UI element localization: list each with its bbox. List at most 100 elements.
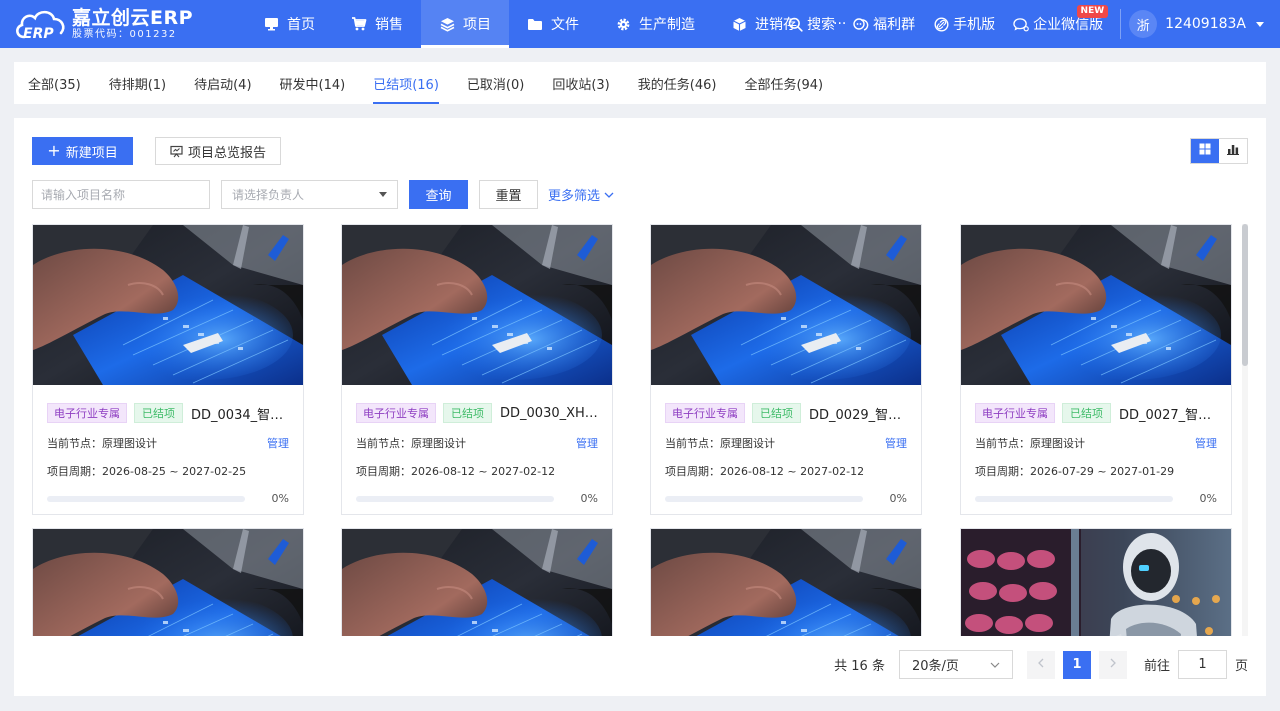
period-label: 项目周期：	[665, 465, 720, 478]
project-name[interactable]: DD_0027_智能...	[1119, 404, 1217, 423]
progress-bar	[47, 495, 245, 502]
project-card[interactable]	[960, 528, 1232, 636]
tab-all-tasks[interactable]: 全部任务(94)	[744, 62, 823, 104]
project-report-label: 项目总览报告	[187, 145, 266, 161]
progress-percent: 0%	[580, 492, 598, 505]
current-node-label: 当前节点：	[975, 437, 1030, 450]
chevron-left-icon	[1038, 657, 1044, 672]
welfare-group-button[interactable]: 福利群	[844, 0, 924, 48]
wecom-icon	[1013, 16, 1029, 32]
layers-icon	[439, 16, 455, 32]
project-name[interactable]: DD_0029_智能...	[809, 404, 907, 423]
project-card[interactable]	[341, 528, 613, 636]
owner-select[interactable]: 请选择负责人	[221, 180, 398, 209]
tab-in-development[interactable]: 研发中(14)	[280, 62, 346, 104]
project-cover-image	[961, 529, 1231, 636]
current-node-value: 原理图设计	[720, 437, 775, 450]
tab-pending-start[interactable]: 待启动(4)	[194, 62, 251, 104]
new-project-button[interactable]: + 新建项目	[32, 137, 133, 165]
nav-item-home[interactable]: 首页	[245, 0, 333, 48]
folder-icon	[527, 16, 543, 32]
tab-closed[interactable]: 已结项(16)	[373, 62, 439, 104]
project-period: 项目周期：2026-08-25 ~ 2027-02-25	[47, 463, 289, 479]
project-card[interactable]	[32, 528, 304, 636]
nav-item-label: 文件	[551, 17, 579, 33]
nav-item-manufacturing[interactable]: 生产制造	[597, 0, 713, 48]
plus-icon: +	[47, 141, 61, 160]
reset-button[interactable]: 重置	[479, 180, 538, 209]
brand-title: 嘉立创云ERP	[72, 6, 194, 29]
period-label: 项目周期：	[975, 465, 1030, 478]
tab-recycle-bin[interactable]: 回收站(3)	[552, 62, 609, 104]
page-number-button[interactable]: 1	[1062, 650, 1091, 679]
next-page-button[interactable]	[1098, 650, 1127, 679]
manage-link[interactable]: 管理	[1195, 435, 1217, 451]
view-mode-toggle	[1190, 138, 1248, 164]
project-card[interactable]: 电子行业专属 已结项 DD_0027_智能... 当前节点：原理图设计 管理 项…	[960, 224, 1232, 515]
project-card[interactable]: 电子行业专属 已结项 DD_0034_智能... 当前节点：原理图设计 管理 项…	[32, 224, 304, 515]
project-cover-image	[342, 529, 612, 636]
progress-bar	[665, 495, 863, 502]
period-value: 2026-08-12 ~ 2027-02-12	[411, 465, 556, 478]
goto-page-input[interactable]	[1177, 650, 1227, 679]
box-icon	[731, 16, 747, 32]
mobile-version-button[interactable]: 手机版	[924, 0, 1004, 48]
main-menu: 首页 销售 项目 文件 生产制造 进销存 ···	[245, 0, 864, 48]
project-period: 项目周期：2026-08-12 ~ 2027-02-12	[665, 463, 907, 479]
project-report-button[interactable]: 项目总览报告	[155, 137, 281, 165]
page-size-select[interactable]: 20条/页	[898, 650, 1013, 679]
goto-label: 前往	[1143, 659, 1170, 674]
nav-item-projects[interactable]: 项目	[421, 0, 509, 48]
progress-percent: 0%	[271, 492, 289, 505]
current-node: 当前节点：原理图设计	[356, 435, 466, 451]
user-avatar[interactable]: 浙	[1129, 10, 1158, 38]
manage-link[interactable]: 管理	[576, 435, 598, 451]
project-period: 项目周期：2026-07-29 ~ 2027-01-29	[975, 463, 1217, 479]
tab-pending-schedule[interactable]: 待排期(1)	[109, 62, 166, 104]
prev-page-button[interactable]	[1026, 650, 1055, 679]
project-card[interactable]: 电子行业专属 已结项 DD_0030_XHD... 当前节点：原理图设计 管理 …	[341, 224, 613, 515]
brand-logo[interactable]: ERP 嘉立创云ERP 股票代码：001232	[0, 0, 245, 48]
search-button[interactable]: 搜索	[778, 0, 844, 48]
scrollbar-thumb[interactable]	[1242, 224, 1248, 366]
more-filters-label: 更多筛选	[548, 189, 601, 204]
nav-item-label: 首页	[287, 17, 315, 33]
nav-item-label: 生产制造	[639, 17, 695, 33]
chart-view-button[interactable]	[1219, 139, 1247, 163]
manage-link[interactable]: 管理	[885, 435, 907, 451]
tab-all[interactable]: 全部(35)	[28, 62, 81, 104]
current-node-label: 当前节点：	[665, 437, 720, 450]
project-period: 项目周期：2026-08-12 ~ 2027-02-12	[356, 463, 598, 479]
query-button[interactable]: 查询	[409, 180, 468, 209]
project-card[interactable]	[650, 528, 922, 636]
wecom-version-button[interactable]: 企业微信版 NEW	[1004, 0, 1112, 48]
project-name-input[interactable]	[32, 180, 210, 209]
more-filters-link[interactable]: 更多筛选	[548, 185, 614, 204]
project-name[interactable]: DD_0034_智能...	[191, 404, 289, 423]
project-cover-image	[651, 529, 921, 636]
tab-my-tasks[interactable]: 我的任务(46)	[638, 62, 717, 104]
tab-cancelled[interactable]: 已取消(0)	[467, 62, 524, 104]
status-tag: 已结项	[752, 403, 801, 423]
project-card[interactable]: 电子行业专属 已结项 DD_0029_智能... 当前节点：原理图设计 管理 项…	[650, 224, 922, 515]
new-project-label: 新建项目	[65, 145, 118, 161]
filter-bar: 请选择负责人 查询 重置 更多筛选	[32, 180, 614, 209]
nav-item-files[interactable]: 文件	[509, 0, 597, 48]
industry-tag: 电子行业专属	[665, 403, 745, 423]
period-value: 2026-07-29 ~ 2027-01-29	[1030, 465, 1175, 478]
top-navbar: ERP 嘉立创云ERP 股票代码：001232 首页 销售 项目 文件 生产制造…	[0, 0, 1280, 48]
owner-select-placeholder: 请选择负责人	[232, 188, 305, 202]
nav-item-sales[interactable]: 销售	[333, 0, 421, 48]
period-value: 2026-08-25 ~ 2027-02-25	[102, 465, 247, 478]
period-value: 2026-08-12 ~ 2027-02-12	[720, 465, 865, 478]
user-name[interactable]: 12409183A	[1165, 16, 1246, 32]
current-node: 当前节点：原理图设计	[975, 435, 1085, 451]
manage-link[interactable]: 管理	[267, 435, 289, 451]
progress-bar	[975, 495, 1173, 502]
grid-view-button[interactable]	[1191, 139, 1219, 163]
user-menu-caret-icon[interactable]	[1256, 21, 1264, 27]
progress-bar	[356, 495, 554, 502]
card-grid-scrollbar[interactable]	[1242, 224, 1248, 636]
report-icon	[170, 145, 183, 158]
project-name[interactable]: DD_0030_XHD...	[500, 406, 598, 421]
